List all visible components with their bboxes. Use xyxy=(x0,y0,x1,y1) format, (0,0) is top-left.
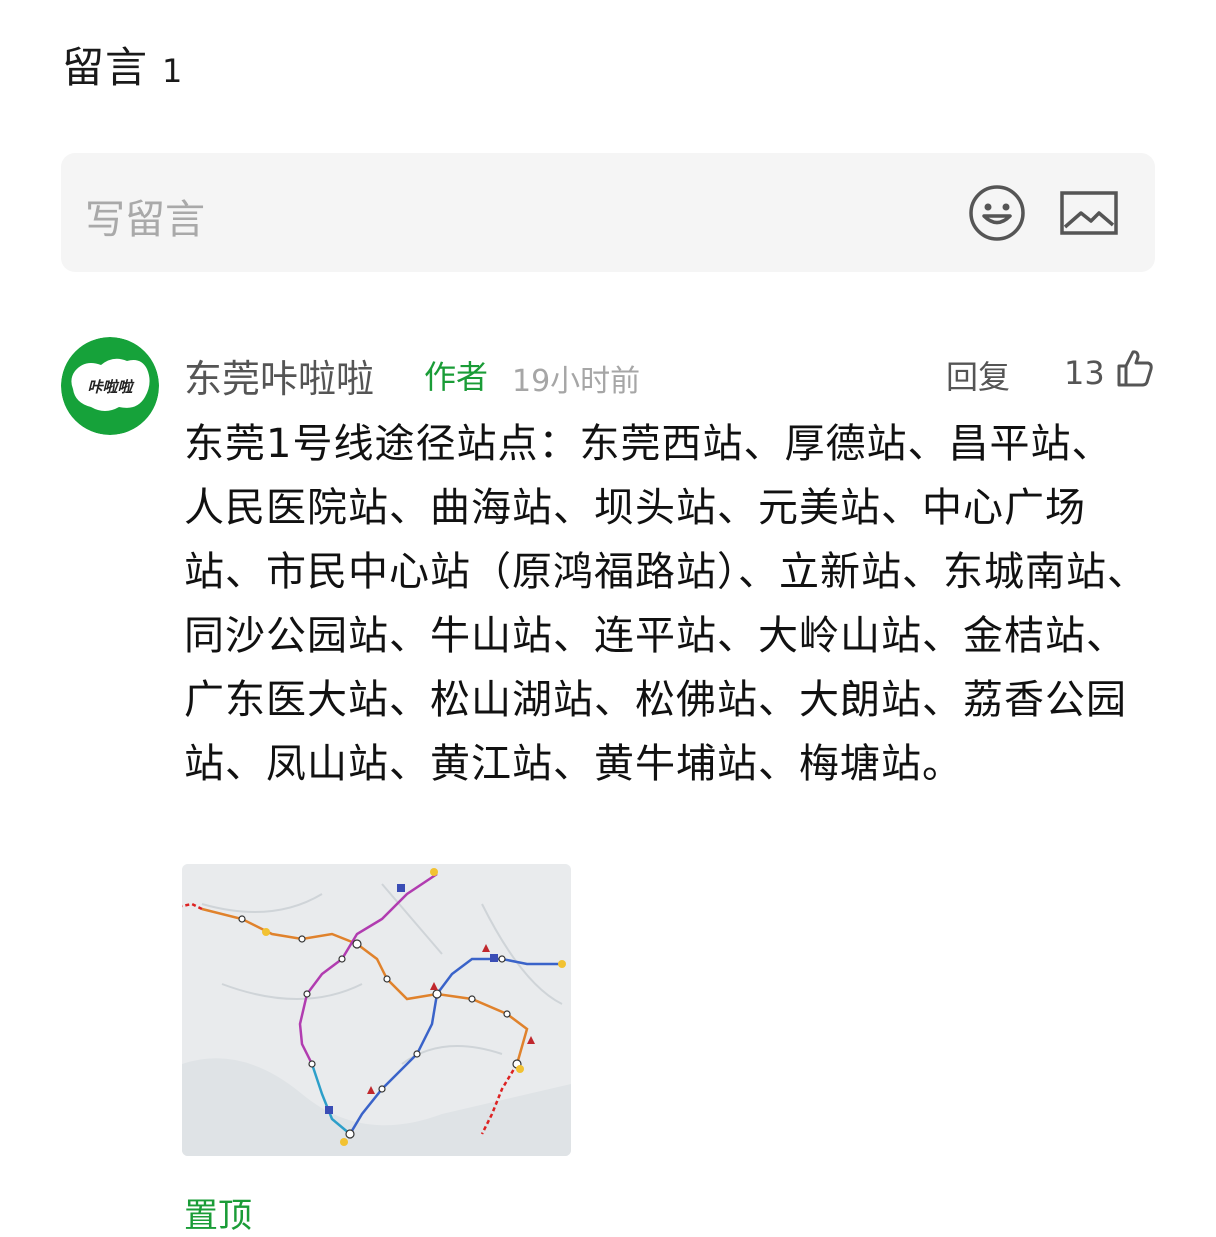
comment-text: 东莞1号线途径站点：东莞西站、厚德站、昌平站、人民医院站、曲海站、坝头站、元美站… xyxy=(184,421,1148,787)
comment-time: 19小时前 xyxy=(512,364,641,399)
write-comment-placeholder: 写留言 xyxy=(85,197,205,243)
like-count: 13 xyxy=(1064,354,1105,392)
write-comment-box[interactable]: 写留言 xyxy=(61,153,1155,272)
comment-meta: 东莞咔啦啦 作者 19小时前 回复 13 xyxy=(184,348,1164,401)
avatar-text: 咔啦啦 xyxy=(87,378,134,396)
avatar[interactable]: 咔啦啦 xyxy=(61,337,159,435)
smiley-face-icon[interactable] xyxy=(967,183,1027,243)
pinned-label: 置顶 xyxy=(184,1196,252,1236)
author-tag: 作者 xyxy=(424,358,489,396)
comments-header: 留言 1 xyxy=(62,34,183,95)
comments-count: 1 xyxy=(162,52,184,90)
comments-title: 留言 xyxy=(62,43,149,92)
metro-map-image[interactable] xyxy=(182,864,571,1156)
thumbs-up-icon[interactable] xyxy=(1116,348,1154,388)
author-name[interactable]: 东莞咔啦啦 xyxy=(184,348,374,403)
reply-button[interactable]: 回复 xyxy=(946,352,1010,398)
picture-icon[interactable] xyxy=(1059,183,1119,243)
